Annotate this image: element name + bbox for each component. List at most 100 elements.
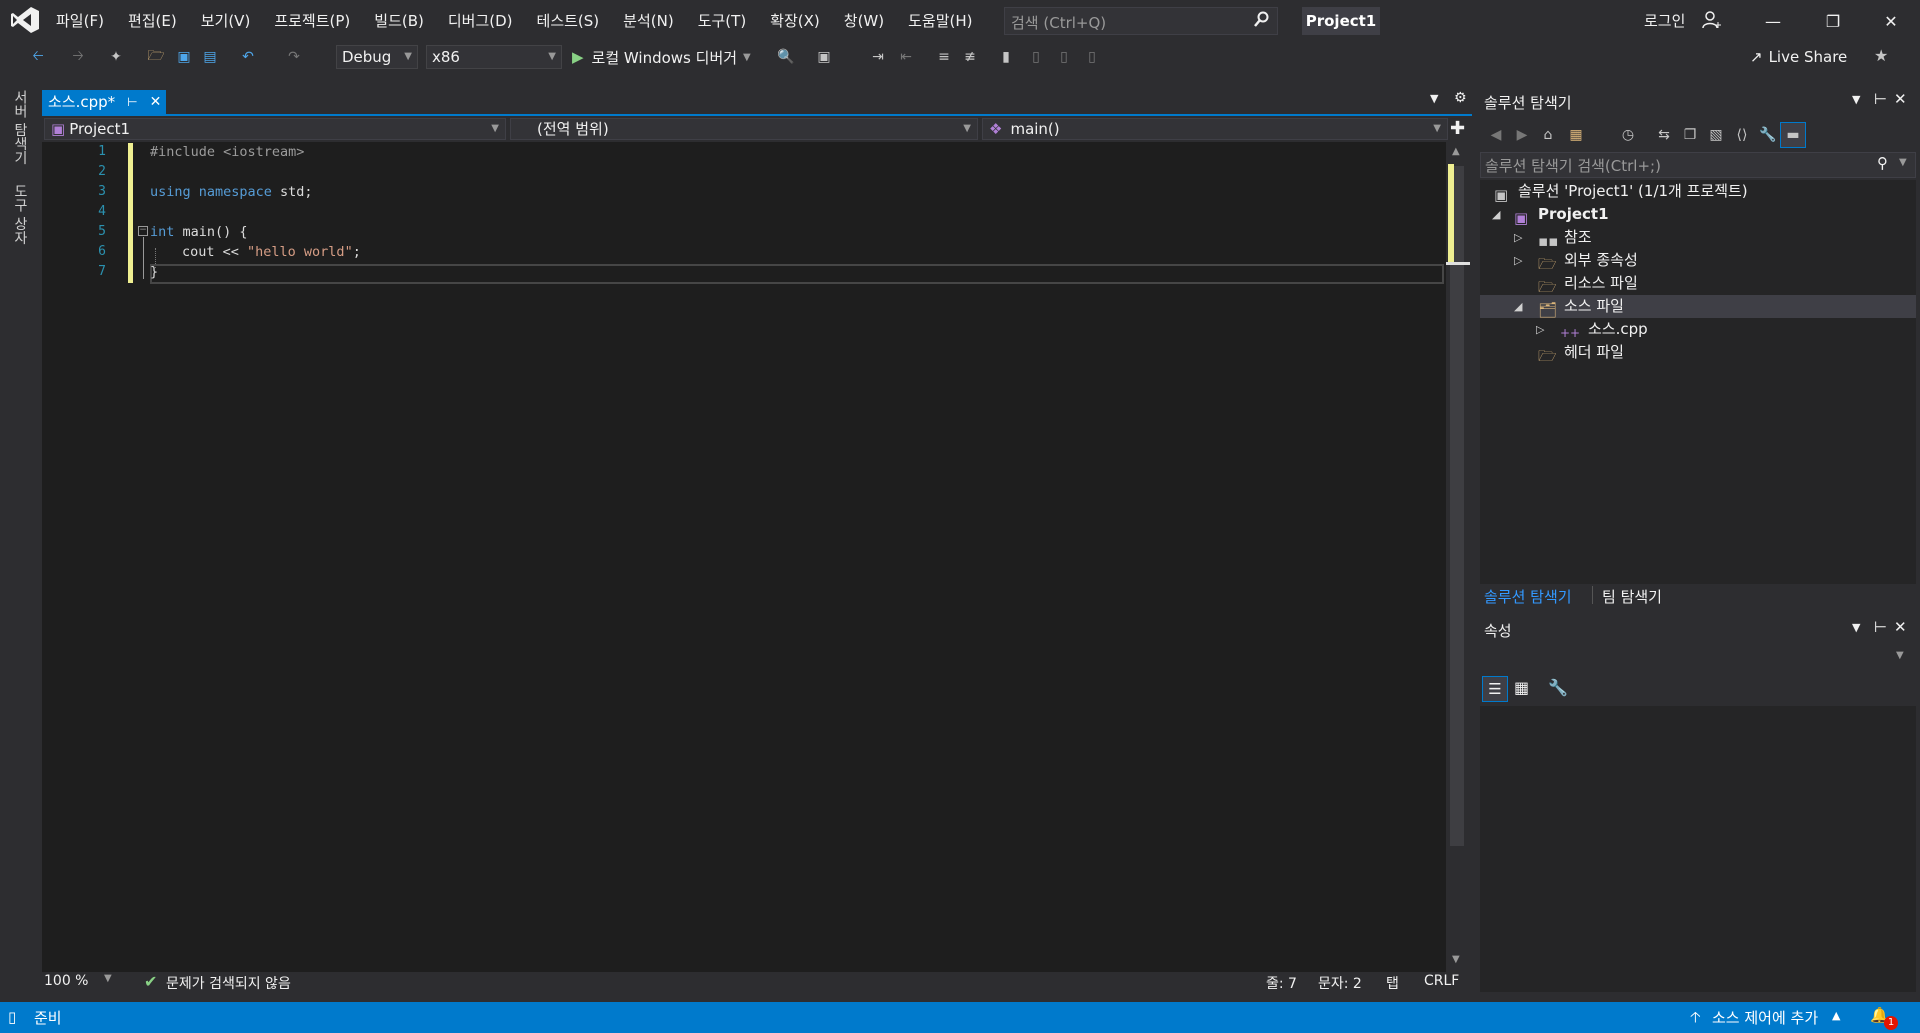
collapsed-triangle-icon[interactable]: ▷ <box>1536 318 1544 341</box>
tree-item-source-files[interactable]: ◢ 🗂 소스 파일 <box>1480 295 1916 319</box>
menu-project[interactable]: 프로젝트(P) <box>262 0 362 42</box>
collapse-all-icon[interactable]: ❐ <box>1680 125 1700 145</box>
project-scope-select[interactable]: ▣ Project1 ▼ <box>44 118 506 140</box>
tab-team-explorer[interactable]: 팀 탐색기 <box>1602 586 1662 607</box>
member-select[interactable]: ❖ main() ▼ <box>982 118 1448 140</box>
menu-view[interactable]: 보기(V) <box>189 0 263 42</box>
menu-tools[interactable]: 도구(T) <box>686 0 758 42</box>
menu-extensions[interactable]: 확장(X) <box>758 0 832 42</box>
toolbox-tab[interactable]: 도구 상자 <box>10 184 30 244</box>
alphabetical-icon[interactable]: ▦ <box>1514 678 1529 697</box>
back-icon[interactable]: 🡠 <box>28 47 48 67</box>
pending-changes-icon[interactable]: ◷ <box>1618 125 1638 145</box>
clear-bookmarks-icon[interactable]: ▯ <box>1082 47 1102 67</box>
comment-icon[interactable]: ≡ <box>934 47 954 67</box>
pin-icon[interactable]: ⊢ <box>1874 90 1887 108</box>
uncomment-icon[interactable]: ≢ <box>960 47 980 67</box>
menu-test[interactable]: 테스트(S) <box>525 0 612 42</box>
close-icon[interactable]: ✕ <box>1894 90 1907 108</box>
tab-solution-explorer[interactable]: 솔루션 탐색기 <box>1484 586 1572 607</box>
global-scope-select[interactable]: (전역 범위) ▼ <box>510 118 978 140</box>
window-menu-icon[interactable]: ▼ <box>1852 621 1860 634</box>
collapsed-triangle-icon[interactable]: ▷ <box>1514 249 1522 272</box>
menu-debug[interactable]: 디버그(D) <box>436 0 525 42</box>
issues-status[interactable]: 문제가 검색되지 않음 <box>166 973 291 993</box>
view-code-icon[interactable]: ⟨⟩ <box>1732 125 1752 145</box>
back-icon[interactable]: ◀ <box>1486 125 1506 145</box>
window-menu-icon[interactable]: ▼ <box>1852 93 1860 106</box>
forward-icon[interactable]: 🡢 <box>68 47 88 67</box>
property-pages-icon[interactable]: 🔧 <box>1548 678 1568 697</box>
tree-item-external-deps[interactable]: ▷ 🗁 외부 종속성 <box>1480 249 1916 273</box>
scroll-up-icon[interactable]: ▲ <box>1452 146 1460 157</box>
tree-item-solution[interactable]: ▣ 솔루션 'Project1' (1/1개 프로젝트) <box>1480 180 1916 204</box>
chevron-down-icon[interactable]: ▼ <box>104 973 112 984</box>
split-icon[interactable]: ✚ <box>1450 118 1465 139</box>
prev-bookmark-icon[interactable]: ▯ <box>1026 47 1046 67</box>
sync-icon[interactable]: ⇆ <box>1654 125 1674 145</box>
tree-item-source-cpp[interactable]: ▷ ++ 소스.cpp <box>1480 318 1916 341</box>
minimize-button[interactable]: — <box>1744 0 1802 42</box>
server-explorer-tab[interactable]: 서버 탐색기 <box>10 90 30 164</box>
expanded-triangle-icon[interactable]: ◢ <box>1492 203 1500 226</box>
menu-window[interactable]: 창(W) <box>832 0 896 42</box>
zoom-level[interactable]: 100 % <box>44 973 88 989</box>
current-line-highlight <box>150 264 1444 284</box>
tree-item-resource-files[interactable]: 🗁 리소스 파일 <box>1480 272 1916 296</box>
menu-file[interactable]: 파일(F) <box>44 0 116 42</box>
save-all-icon[interactable]: ▤ <box>200 47 220 67</box>
pin-icon[interactable]: ⊢ <box>127 90 137 114</box>
new-project-icon[interactable]: ✦ <box>106 47 126 67</box>
switch-views-icon[interactable]: ▦ <box>1566 125 1586 145</box>
collapsed-triangle-icon[interactable]: ▷ <box>1514 226 1522 249</box>
chevron-down-icon[interactable]: ▼ <box>1899 157 1907 168</box>
menu-build[interactable]: 빌드(B) <box>362 0 436 42</box>
forward-icon[interactable]: ▶ <box>1512 125 1532 145</box>
tree-item-references[interactable]: ▷ ▪▪ 참조 <box>1480 226 1916 250</box>
step-out-icon[interactable]: ⇤ <box>896 47 916 67</box>
fold-collapse-icon[interactable]: − <box>138 226 148 236</box>
restore-button[interactable]: ❐ <box>1804 0 1862 42</box>
pin-icon[interactable]: ⊢ <box>1874 618 1887 636</box>
save-icon[interactable]: ▣ <box>174 47 194 67</box>
close-tab-icon[interactable]: ✕ <box>150 90 162 114</box>
menu-analyze[interactable]: 분석(N) <box>611 0 686 42</box>
close-icon[interactable]: ✕ <box>1894 618 1907 636</box>
browse-icon[interactable]: 🔍 <box>776 47 796 67</box>
menu-edit[interactable]: 편집(E) <box>116 0 189 42</box>
undo-icon[interactable]: ↶ <box>238 47 258 67</box>
gear-icon[interactable]: ⚙ <box>1454 90 1467 106</box>
login-link[interactable]: 로그인 <box>1644 10 1685 31</box>
start-debugging-button[interactable]: ▶ 로컬 Windows 디버거 ▼ <box>572 45 751 69</box>
document-tab-source-cpp[interactable]: 소스.cpp* ⊢ ✕ <box>42 90 166 114</box>
configuration-select[interactable]: Debug ▼ <box>336 45 418 69</box>
live-share-button[interactable]: ↗ Live Share <box>1750 48 1847 66</box>
scroll-down-icon[interactable]: ▼ <box>1452 954 1460 965</box>
properties-object-select[interactable]: ▼ <box>1480 646 1916 668</box>
search-input[interactable]: 검색 (Ctrl+Q) <box>1004 7 1278 35</box>
categorized-icon[interactable]: ☰ <box>1482 676 1508 702</box>
next-bookmark-icon[interactable]: ▯ <box>1054 47 1074 67</box>
redo-icon[interactable]: ↷ <box>284 47 304 67</box>
scrollbar-thumb[interactable] <box>1450 166 1464 846</box>
tree-item-header-files[interactable]: 🗁 헤더 파일 <box>1480 341 1916 365</box>
diagnostics-icon[interactable]: ▣ <box>814 47 834 67</box>
visual-studio-logo-icon[interactable] <box>10 6 40 34</box>
expanded-triangle-icon[interactable]: ◢ <box>1514 295 1522 318</box>
close-window-button[interactable]: ✕ <box>1862 0 1920 42</box>
bookmark-icon[interactable]: ▮ <box>996 47 1016 67</box>
solution-explorer-search[interactable]: 솔루션 탐색기 검색(Ctrl+;) ⚲ ▼ <box>1480 152 1916 178</box>
menu-help[interactable]: 도움말(H) <box>896 0 984 42</box>
tree-item-project[interactable]: ◢ ▣ Project1 <box>1480 203 1916 227</box>
user-add-icon[interactable] <box>1702 10 1722 34</box>
open-folder-icon[interactable]: 🗁 <box>146 47 166 67</box>
preview-selected-icon[interactable]: ▬ <box>1780 122 1806 148</box>
home-icon[interactable]: ⌂ <box>1538 125 1558 145</box>
properties-icon[interactable]: 🔧 <box>1758 125 1778 145</box>
tab-list-dropdown-icon[interactable]: ▼ <box>1430 92 1438 105</box>
step-icon[interactable]: ⇥ <box>868 47 888 67</box>
feedback-icon[interactable]: ★ <box>1874 46 1888 65</box>
add-to-source-control-button[interactable]: 소스 제어에 추가 <box>1712 1007 1818 1028</box>
platform-select[interactable]: x86 ▼ <box>426 45 562 69</box>
show-all-files-icon[interactable]: ▧ <box>1706 125 1726 145</box>
